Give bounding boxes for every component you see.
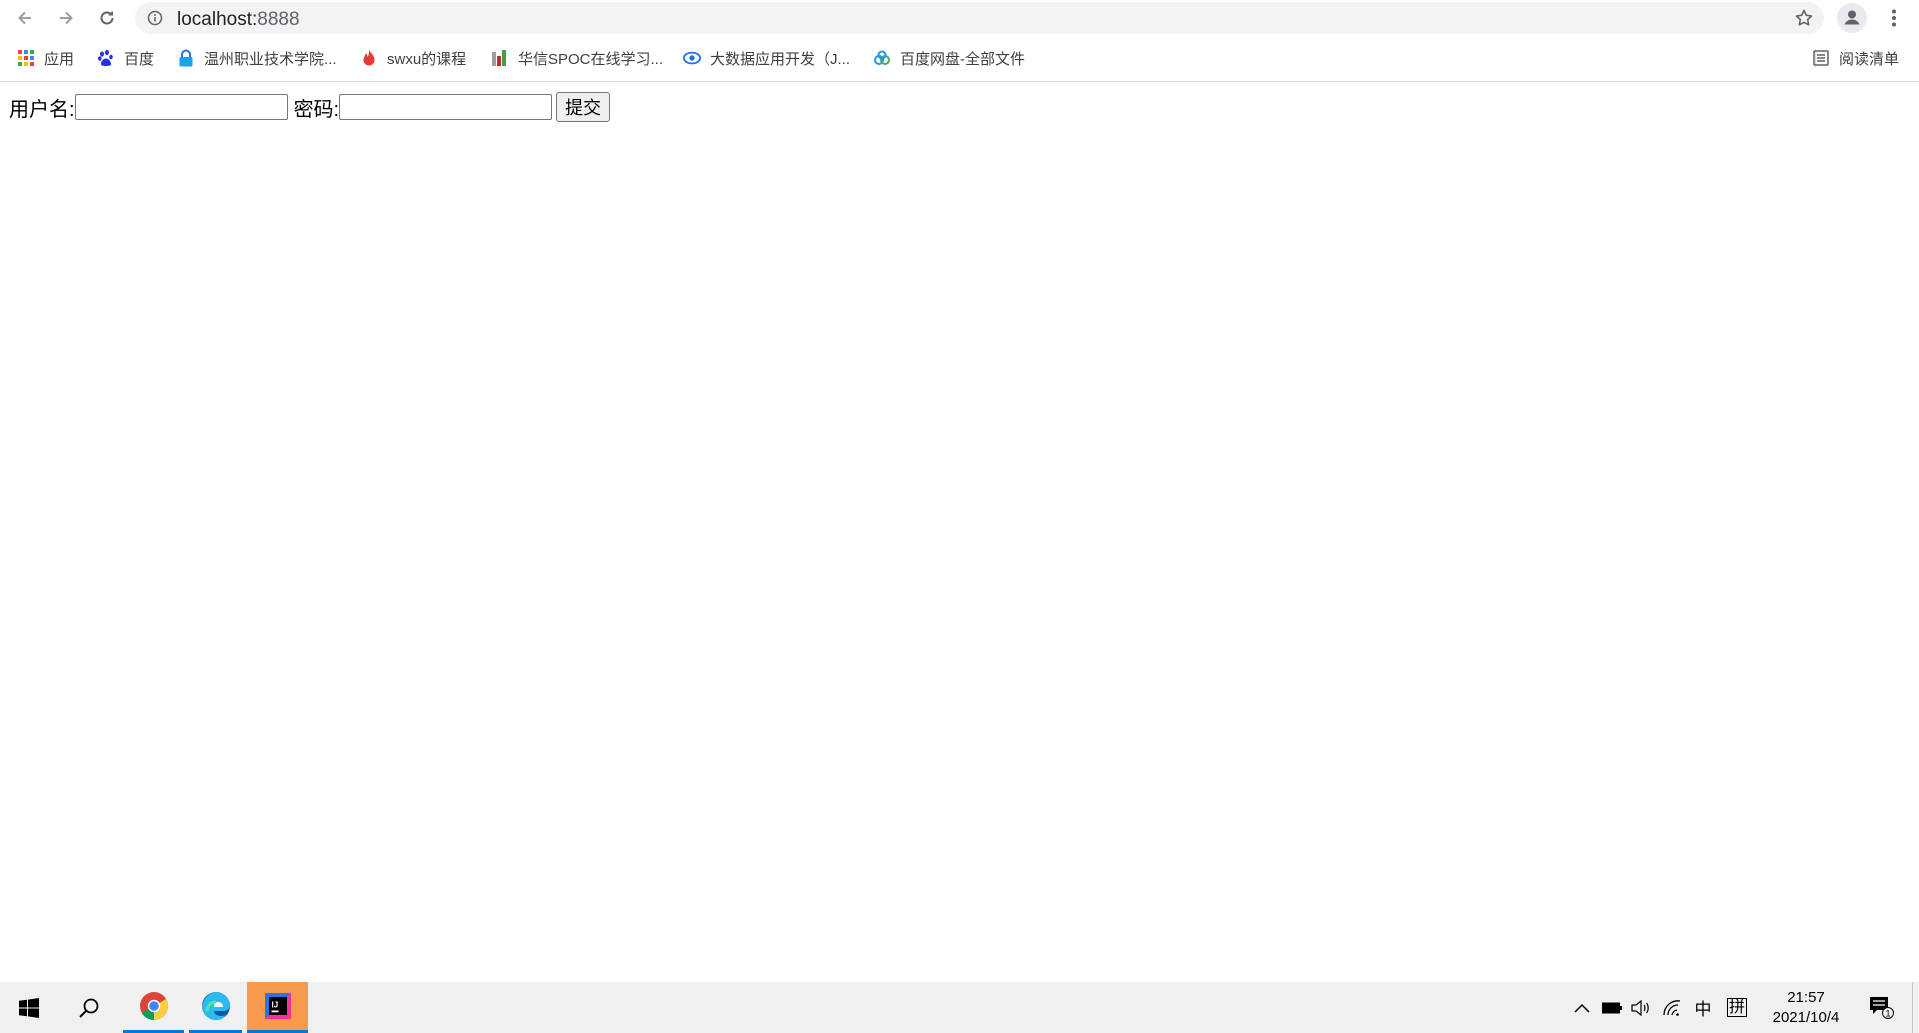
intellij-icon: IJ xyxy=(264,993,291,1019)
ime-language-indicator[interactable]: 中 xyxy=(1690,982,1716,1033)
taskbar-intellij[interactable]: IJ xyxy=(247,982,308,1033)
spoc-icon xyxy=(491,49,509,67)
taskbar-chrome[interactable] xyxy=(123,982,184,1033)
notification-icon: 1 xyxy=(1870,996,1894,1019)
volume-button[interactable] xyxy=(1628,982,1654,1033)
edge-icon xyxy=(201,991,230,1021)
bookmarks-bar: 应用 百度 温州职业技术学院... swxu的课程 华信SPOC在线学习... … xyxy=(0,36,1919,82)
speaker-icon xyxy=(1631,999,1649,1016)
ime-mode-indicator[interactable]: 拼 xyxy=(1724,982,1750,1033)
baidu-paw-icon xyxy=(97,49,115,67)
bookmark-label: 温州职业技术学院... xyxy=(204,50,337,68)
cloud-eye-icon xyxy=(683,49,701,67)
reload-icon xyxy=(100,11,114,25)
battery-button[interactable] xyxy=(1599,982,1625,1033)
svg-text:IJ: IJ xyxy=(271,1001,278,1010)
chevron-up-icon xyxy=(1574,1003,1590,1013)
profile-avatar-icon xyxy=(1837,3,1867,33)
password-label: 密码: xyxy=(293,98,340,121)
page-content: 用户名: 密码: 提交 xyxy=(0,82,1919,982)
bookmark-baidu[interactable]: 百度 xyxy=(97,47,154,69)
windows-taskbar: IJ 中 拼 21:57 2021/10/4 1 xyxy=(0,982,1919,1033)
show-hidden-icons-button[interactable] xyxy=(1570,982,1594,1033)
profile-button[interactable] xyxy=(1837,3,1867,33)
reading-list-button[interactable]: 阅读清单 xyxy=(1812,47,1899,69)
baidu-netdisk-icon xyxy=(873,49,891,67)
bookmark-label: 华信SPOC在线学习... xyxy=(518,50,664,68)
show-desktop-divider[interactable] xyxy=(1912,982,1913,1033)
back-arrow-icon xyxy=(18,11,31,25)
bookmark-swxu[interactable]: swxu的课程 xyxy=(360,47,466,69)
notification-count: 1 xyxy=(1885,1008,1890,1018)
ime-mode-text: 拼 xyxy=(1726,998,1747,1017)
bookmark-label: 百度 xyxy=(124,50,155,68)
login-form: 用户名: 密码: 提交 xyxy=(9,92,611,122)
reload-button[interactable] xyxy=(92,4,122,32)
start-button[interactable] xyxy=(0,982,58,1033)
browser-menu-button[interactable] xyxy=(1882,4,1906,32)
action-center-button[interactable]: 1 xyxy=(1864,982,1900,1033)
battery-icon xyxy=(1602,1002,1622,1013)
more-vert-icon xyxy=(1892,9,1896,27)
search-icon xyxy=(79,998,99,1018)
forward-button[interactable] xyxy=(51,4,81,32)
url-text[interactable]: localhost:8888 xyxy=(177,9,300,31)
lock-icon xyxy=(177,49,195,67)
bookmark-star-icon[interactable] xyxy=(1794,8,1814,28)
browser-toolbar: localhost:8888 xyxy=(0,0,1919,36)
clock-time: 21:57 xyxy=(1787,989,1825,1006)
bookmark-wzvtc[interactable]: 温州职业技术学院... xyxy=(177,47,337,69)
password-input[interactable] xyxy=(339,94,553,120)
username-label: 用户名: xyxy=(9,98,75,121)
forward-arrow-icon xyxy=(60,11,73,25)
search-button[interactable] xyxy=(64,982,114,1033)
back-button[interactable] xyxy=(10,4,40,32)
bookmark-spoc[interactable]: 华信SPOC在线学习... xyxy=(491,47,663,69)
url-host: localhost: xyxy=(177,9,258,30)
username-input[interactable] xyxy=(74,94,288,120)
bookmark-label: swxu的课程 xyxy=(387,50,467,68)
bookmark-netdisk[interactable]: 百度网盘-全部文件 xyxy=(873,47,1025,69)
bookmark-label: 大数据应用开发（J... xyxy=(710,50,851,68)
bookmark-bigdata[interactable]: 大数据应用开发（J... xyxy=(683,47,850,69)
url-port: 8888 xyxy=(257,9,300,30)
bookmark-apps[interactable]: 应用 xyxy=(17,47,74,69)
submit-button[interactable]: 提交 xyxy=(556,92,611,122)
flame-icon xyxy=(360,49,378,67)
clock-date: 2021/10/4 xyxy=(1772,1009,1840,1026)
chrome-icon xyxy=(139,992,168,1020)
taskbar-edge[interactable] xyxy=(189,982,242,1033)
info-icon[interactable] xyxy=(147,10,163,26)
reading-list-label: 阅读清单 xyxy=(1839,50,1900,68)
bookmark-label: 百度网盘-全部文件 xyxy=(900,50,1025,68)
windows-logo-icon xyxy=(19,997,39,1018)
wifi-icon xyxy=(1663,999,1681,1016)
bookmark-label: 应用 xyxy=(44,50,75,68)
reading-list-icon xyxy=(1812,49,1830,67)
apps-grid-icon xyxy=(17,49,35,67)
network-button[interactable] xyxy=(1658,982,1686,1033)
system-clock[interactable]: 21:57 2021/10/4 xyxy=(1760,988,1852,1028)
address-bar[interactable]: localhost:8888 xyxy=(135,2,1824,34)
